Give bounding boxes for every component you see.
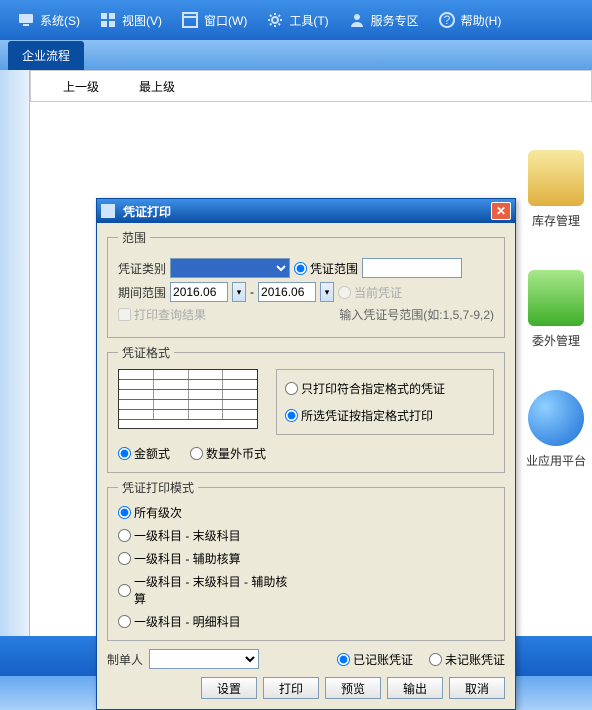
chevron-down-icon[interactable]: ▾ <box>320 282 334 302</box>
radio-range-label: 凭证范围 <box>310 260 358 277</box>
grid-icon <box>118 369 258 429</box>
radio-only-label: 只打印符合指定格式的凭证 <box>301 380 445 397</box>
mode-l1-last-aux[interactable]: 一级科目 - 末级科目 - 辅助核算 <box>118 573 298 607</box>
radio-posted-label: 已记账凭证 <box>353 651 413 668</box>
menu-service-label: 服务专区 <box>371 12 419 29</box>
radio-amount[interactable]: 金额式 <box>118 445 170 462</box>
radio-only-matching[interactable]: 只打印符合指定格式的凭证 <box>285 380 485 397</box>
mode-l1-detail[interactable]: 一级科目 - 明细科目 <box>118 613 298 630</box>
help-icon: ? <box>439 12 455 28</box>
workspace: 上一级 最上级 库存管理 委外管理 业应用平台 <box>0 70 592 636</box>
mode-l1-aux-label: 一级科目 - 辅助核算 <box>134 550 241 567</box>
input-period-from[interactable] <box>170 282 228 302</box>
icon-inventory-label: 库存管理 <box>532 212 580 229</box>
radio-by-format[interactable]: 所选凭证按指定格式打印 <box>285 407 485 424</box>
house-icon <box>528 150 584 206</box>
group-format-legend: 凭证格式 <box>118 344 174 361</box>
dash: - <box>250 285 254 299</box>
input-period-to[interactable] <box>258 282 316 302</box>
cancel-button[interactable]: 取消 <box>449 677 505 699</box>
settings-button[interactable]: 设置 <box>201 677 257 699</box>
radio-amount-label: 金额式 <box>134 445 170 462</box>
menu-system-label: 系统(S) <box>40 12 80 29</box>
arrow-right-icon <box>528 270 584 326</box>
mode-l1-detail-label: 一级科目 - 明细科目 <box>134 613 241 630</box>
print-button[interactable]: 打印 <box>263 677 319 699</box>
menu-window-label: 窗口(W) <box>204 12 247 29</box>
radio-qtyfc-label: 数量外币式 <box>206 445 266 462</box>
dialog-title: 凭证打印 <box>119 203 491 220</box>
export-button[interactable]: 输出 <box>387 677 443 699</box>
label-period: 期间范围 <box>118 284 166 301</box>
icon-outsource[interactable]: 委外管理 <box>524 270 588 350</box>
menu-tools-label: 工具(T) <box>289 12 328 29</box>
radio-qtyfc[interactable]: 数量外币式 <box>190 445 266 462</box>
grid-icon <box>100 12 116 28</box>
monitor-icon <box>18 12 34 28</box>
check-query-label: 打印查询结果 <box>134 306 206 323</box>
icon-outsource-label: 委外管理 <box>532 332 580 349</box>
crumb-up[interactable]: 上一级 <box>43 74 119 99</box>
group-scope-legend: 范围 <box>118 229 150 246</box>
mode-l1-last[interactable]: 一级科目 - 末级科目 <box>118 527 298 544</box>
input-range[interactable] <box>362 258 462 278</box>
format-preview <box>118 369 266 429</box>
globe-icon <box>528 390 584 446</box>
label-type: 凭证类别 <box>118 260 166 277</box>
menu-view-label: 视图(V) <box>122 12 162 29</box>
menu-help-label: 帮助(H) <box>461 12 502 29</box>
menu-help[interactable]: ? 帮助(H) <box>429 8 512 33</box>
close-button[interactable]: ✕ <box>491 202 511 220</box>
left-pane <box>0 70 30 636</box>
label-maker: 制单人 <box>107 651 143 668</box>
radio-current-label: 当前凭证 <box>354 284 402 301</box>
menu-tools[interactable]: 工具(T) <box>257 8 338 33</box>
crumb-top[interactable]: 最上级 <box>119 74 195 99</box>
radio-range[interactable]: 凭证范围 <box>294 260 358 277</box>
mode-all-label: 所有级次 <box>134 504 182 521</box>
desktop-icons: 库存管理 委外管理 业应用平台 <box>524 150 588 510</box>
button-bar: 设置 打印 预览 输出 取消 <box>107 677 505 699</box>
group-mode: 凭证打印模式 所有级次 一级科目 - 末级科目 一级科目 - 辅助核算 一级科目… <box>107 479 505 641</box>
breadcrumb: 上一级 最上级 <box>30 70 592 102</box>
icon-platform-label: 业应用平台 <box>526 452 586 469</box>
person-icon <box>349 12 365 28</box>
radio-by-label: 所选凭证按指定格式打印 <box>301 407 433 424</box>
icon-platform[interactable]: 业应用平台 <box>524 390 588 470</box>
menu-window[interactable]: 窗口(W) <box>172 8 257 33</box>
gear-icon <box>267 12 283 28</box>
group-format: 凭证格式 只打印符合指定格式的凭证 所选凭证按指定格式打印 <box>107 344 505 473</box>
app-icon <box>101 204 115 218</box>
menu-view[interactable]: 视图(V) <box>90 8 172 33</box>
mode-all[interactable]: 所有级次 <box>118 504 298 521</box>
chevron-down-icon[interactable]: ▾ <box>232 282 246 302</box>
mode-l1-last-label: 一级科目 - 末级科目 <box>134 527 241 544</box>
menu-service[interactable]: 服务专区 <box>339 8 429 33</box>
radio-current: 当前凭证 <box>338 284 402 301</box>
menu-system[interactable]: 系统(S) <box>8 8 90 33</box>
check-query-result: 打印查询结果 <box>118 306 206 323</box>
window-icon <box>182 12 198 28</box>
combo-type[interactable] <box>170 258 290 278</box>
combo-maker[interactable] <box>149 649 259 669</box>
dialog-voucher-print: 凭证打印 ✕ 范围 凭证类别 凭证范围 期间范围 ▾ - ▾ 当前 <box>96 198 516 710</box>
menubar: 系统(S) 视图(V) 窗口(W) 工具(T) 服务专区 ? 帮助(H) <box>0 0 592 40</box>
radio-posted[interactable]: 已记账凭证 <box>337 651 413 668</box>
hint-range: 输入凭证号范围(如:1,5,7-9,2) <box>339 306 494 323</box>
tabbar: 企业流程 <box>0 40 592 70</box>
radio-unposted-label: 未记账凭证 <box>445 651 505 668</box>
radio-unposted[interactable]: 未记账凭证 <box>429 651 505 668</box>
group-mode-legend: 凭证打印模式 <box>118 479 198 496</box>
preview-button[interactable]: 预览 <box>325 677 381 699</box>
group-scope: 范围 凭证类别 凭证范围 期间范围 ▾ - ▾ 当前凭证 打印查询结果 输入凭证… <box>107 229 505 338</box>
format-options: 只打印符合指定格式的凭证 所选凭证按指定格式打印 <box>276 369 494 435</box>
icon-inventory[interactable]: 库存管理 <box>524 150 588 230</box>
mode-l1-last-aux-label: 一级科目 - 末级科目 - 辅助核算 <box>134 573 298 607</box>
close-icon: ✕ <box>496 204 506 218</box>
svg-text:?: ? <box>443 13 450 27</box>
tab-workflow[interactable]: 企业流程 <box>8 41 84 70</box>
dialog-titlebar[interactable]: 凭证打印 ✕ <box>97 199 515 223</box>
mode-l1-aux[interactable]: 一级科目 - 辅助核算 <box>118 550 298 567</box>
